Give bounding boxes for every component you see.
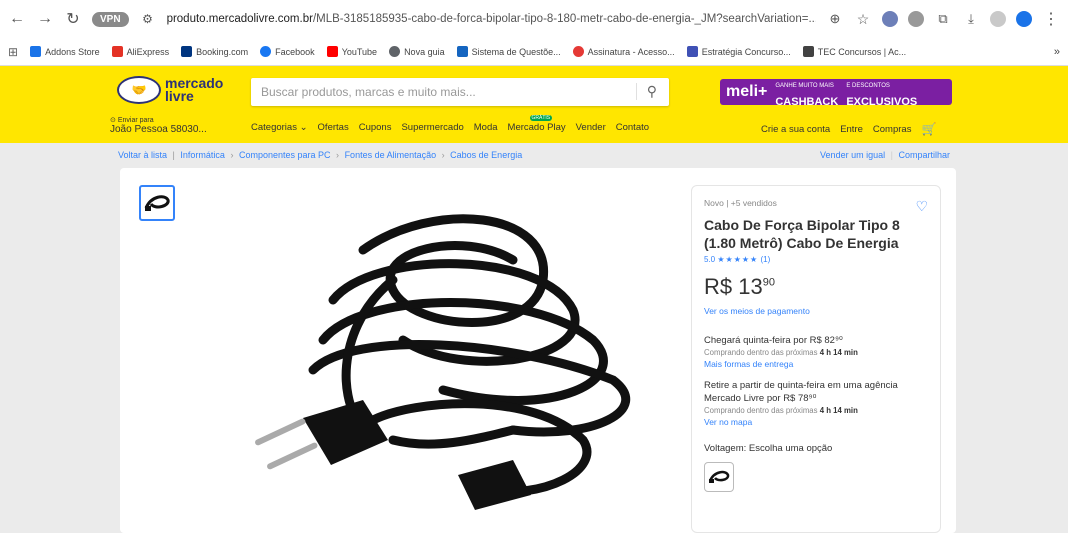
download-icon[interactable]: ⤓	[962, 11, 980, 27]
bookmark-favicon-icon	[181, 46, 193, 57]
product-panel: Novo | +5 vendidos ♡ Cabo De Força Bipol…	[120, 168, 956, 533]
nav-supermercado[interactable]: Supermercado	[401, 122, 463, 133]
bookmark-favicon-icon	[30, 46, 42, 57]
bookmark-favicon-icon	[686, 46, 698, 57]
apps-grid-icon[interactable]: ⊞	[8, 45, 18, 59]
site-header: 🤝 mercado livre Buscar produtos, marcas e…	[0, 66, 1068, 143]
bookmark-item[interactable]: Booking.com	[181, 46, 248, 57]
more-delivery-options-link[interactable]: Mais formas de entrega	[704, 359, 928, 369]
bookmark-favicon-icon	[111, 46, 123, 57]
browser-toolbar: ← → ↻ VPN ⚙ produto.mercadolivre.com.br/…	[0, 0, 1068, 38]
price: R$ 1390	[704, 274, 775, 299]
back-to-list-link[interactable]: Voltar à lista	[118, 150, 167, 160]
bookmarks-bar: ⊞ Addons Store AliExpress Booking.com Fa…	[0, 38, 1068, 66]
view-map-link[interactable]: Ver no mapa	[704, 417, 928, 427]
bookmark-item[interactable]: Estratégia Concurso...	[686, 46, 791, 57]
bookmark-favicon-icon	[802, 46, 814, 57]
url-host: produto.mercadolivre.com.br	[166, 13, 313, 25]
bookmark-item[interactable]: YouTube	[326, 46, 377, 57]
extension-icon[interactable]	[908, 11, 924, 27]
bookmark-favicon-icon	[572, 46, 584, 57]
bookmark-item[interactable]: Assinatura - Acesso...	[572, 46, 675, 57]
rating-count: (1)	[760, 255, 771, 264]
cable-thumbnail-image	[144, 195, 170, 211]
condition-label: Novo | +5 vendidos	[704, 198, 777, 208]
profile-icon[interactable]	[990, 11, 1006, 27]
shipping-location[interactable]: ⊙ Enviar para João Pessoa 58030...	[110, 116, 207, 135]
breadcrumb: Voltar à lista | Informática › Component…	[118, 150, 523, 160]
favorite-heart-icon[interactable]: ♡	[915, 198, 928, 215]
nav-categorias[interactable]: Categorias ⌄	[251, 122, 308, 133]
nav-moda[interactable]: Moda	[474, 122, 498, 133]
share-link[interactable]: Compartilhar	[898, 150, 950, 160]
nav-ofertas[interactable]: Ofertas	[318, 122, 349, 133]
buy-box: Novo | +5 vendidos ♡ Cabo De Força Bipol…	[691, 185, 941, 533]
mercado-livre-logo[interactable]: 🤝 mercado livre	[117, 76, 223, 104]
create-account-link[interactable]: Crie a sua conta	[761, 124, 830, 135]
login-link[interactable]: Entre	[840, 124, 863, 135]
menu-kebab-icon[interactable]: ⋮	[1042, 9, 1060, 29]
delivery-info: Chegará quinta-feira por R$ 82⁹⁰	[704, 335, 843, 346]
nav-mercado-play[interactable]: GRÁTIS Mercado Play	[508, 115, 566, 133]
purchases-link[interactable]: Compras	[873, 124, 912, 135]
bookmark-favicon-icon	[389, 46, 401, 57]
nav-vender[interactable]: Vender	[576, 122, 606, 133]
pickup-info: Retire a partir de quinta-feira em uma a…	[704, 380, 898, 404]
stars-icon: ★★★★★	[717, 255, 759, 264]
payment-methods-link[interactable]: Ver os meios de pagamento	[704, 306, 928, 316]
bookmark-favicon-icon	[326, 46, 338, 57]
back-arrow-icon[interactable]: ←	[8, 10, 26, 28]
site-settings-icon[interactable]: ⚙	[139, 12, 157, 26]
search-input[interactable]: Buscar produtos, marcas e muito mais... …	[251, 78, 669, 106]
zoom-icon[interactable]: ⊕	[826, 11, 844, 27]
main-nav: Categorias ⌄ Ofertas Cupons Supermercado…	[251, 115, 649, 133]
reload-icon[interactable]: ↻	[64, 9, 82, 29]
more-bookmarks-icon[interactable]: »	[1054, 46, 1060, 58]
variation-label: Voltagem: Escolha uma opção	[704, 443, 833, 454]
bookmark-favicon-icon	[456, 46, 468, 57]
location-pin-icon: ⊙	[110, 117, 116, 124]
search-icon[interactable]: ⚲	[635, 83, 657, 100]
variation-option[interactable]	[704, 462, 734, 492]
extensions-puzzle-icon[interactable]: ⧉	[934, 11, 952, 27]
breadcrumb-item[interactable]: Fontes de Alimentação	[345, 150, 437, 160]
nav-cupons[interactable]: Cupons	[359, 122, 392, 133]
bookmark-star-icon[interactable]: ☆	[854, 11, 872, 28]
sell-similar-link[interactable]: Vender um igual	[820, 150, 885, 160]
product-title: Cabo De Força Bipolar Tipo 8 (1.80 Metrô…	[704, 217, 900, 251]
breadcrumb-item[interactable]: Componentes para PC	[239, 150, 331, 160]
free-badge: GRÁTIS	[529, 115, 553, 121]
rating[interactable]: 5.0 ★★★★★ (1)	[704, 255, 928, 264]
vpn-badge[interactable]: VPN	[92, 11, 129, 27]
bookmark-item[interactable]: TEC Concursos | Ac...	[802, 46, 906, 57]
bookmark-item[interactable]: AliExpress	[111, 46, 169, 57]
bookmark-item[interactable]: Nova guia	[389, 46, 445, 57]
breadcrumb-actions: Vender um igual | Compartilhar	[820, 150, 950, 160]
bookmark-item[interactable]: Sistema de Questõe...	[456, 46, 561, 57]
address-bar[interactable]: produto.mercadolivre.com.br/MLB-31851859…	[167, 13, 816, 25]
shield-icon[interactable]	[1016, 11, 1032, 27]
bookmark-item[interactable]: Addons Store	[30, 46, 100, 57]
extension-icon[interactable]	[882, 11, 898, 27]
url-path: /MLB-3185185935-cabo-de-forca-bipolar-ti…	[312, 13, 816, 25]
product-main-image[interactable]	[213, 190, 685, 533]
breadcrumb-item[interactable]: Cabos de Energia	[450, 150, 522, 160]
meli-plus-banner[interactable]: meli+ GANHE MUITO MAIS CASHBACK E DESCONT…	[720, 79, 952, 108]
bookmark-item[interactable]: Facebook	[260, 46, 315, 57]
rating-value: 5.0	[704, 255, 716, 264]
gallery-thumbnail[interactable]	[139, 185, 175, 221]
forward-arrow-icon[interactable]: →	[36, 10, 54, 28]
cable-variation-image	[708, 470, 730, 483]
nav-contato[interactable]: Contato	[616, 122, 649, 133]
breadcrumb-item[interactable]: Informática	[180, 150, 225, 160]
user-nav: Crie a sua conta Entre Compras 🛒	[761, 122, 936, 136]
cart-icon[interactable]: 🛒	[921, 122, 936, 136]
handshake-icon: 🤝	[117, 76, 161, 104]
bookmark-favicon-icon	[260, 46, 272, 57]
